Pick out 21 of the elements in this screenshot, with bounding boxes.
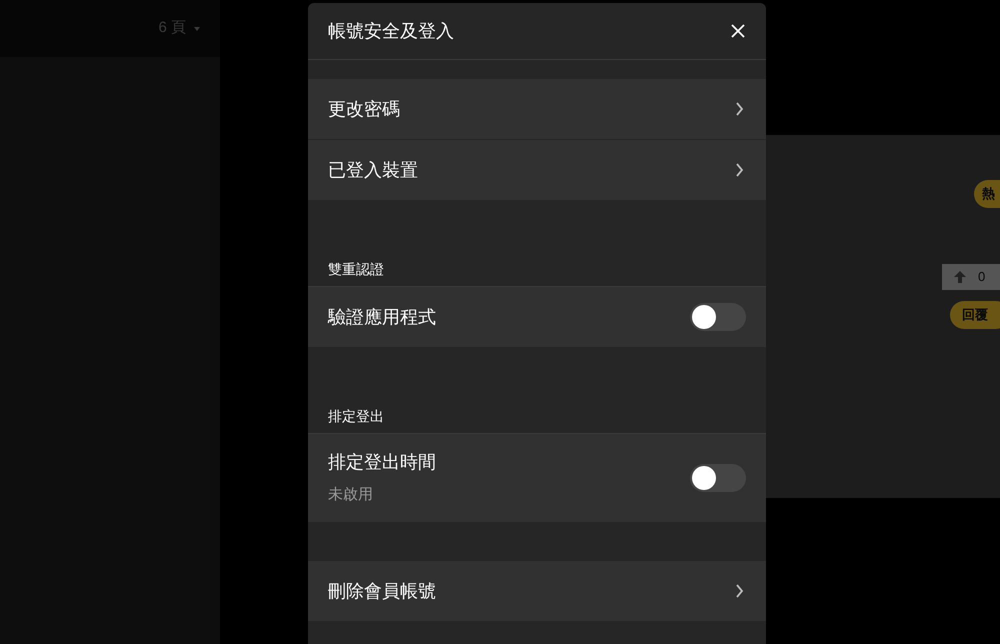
settings-row[interactable]: 排定登出時間 未啟用 [308, 434, 766, 523]
row-subtitle: 未啟用 [328, 485, 374, 506]
row-label: 更改密碼 [328, 98, 400, 120]
menu-item[interactable]: 已登入裝置 [308, 140, 766, 201]
menu-item[interactable]: 更改密碼 [308, 79, 766, 140]
toggle-switch[interactable] [690, 464, 746, 492]
arrow-up-icon [954, 271, 966, 283]
menu-item[interactable]: 刪除會員帳號 [308, 561, 766, 622]
row-label: 排定登出時間 [328, 451, 436, 474]
toggle-switch[interactable] [690, 303, 746, 331]
vote-count: 0 [978, 268, 986, 286]
row-label: 刪除會員帳號 [328, 580, 436, 602]
dialog-title: 帳號安全及登入 [328, 20, 454, 42]
caret-icon [194, 26, 200, 30]
settings-row[interactable]: 驗證應用程式 [308, 287, 766, 348]
chevron-right-icon [735, 102, 744, 116]
chevron-right-icon [735, 584, 744, 598]
close-icon[interactable] [730, 23, 746, 39]
row-label: 已登入裝置 [328, 158, 418, 182]
row-label: 驗證應用程式 [328, 306, 436, 328]
chevron-right-icon [735, 163, 744, 177]
